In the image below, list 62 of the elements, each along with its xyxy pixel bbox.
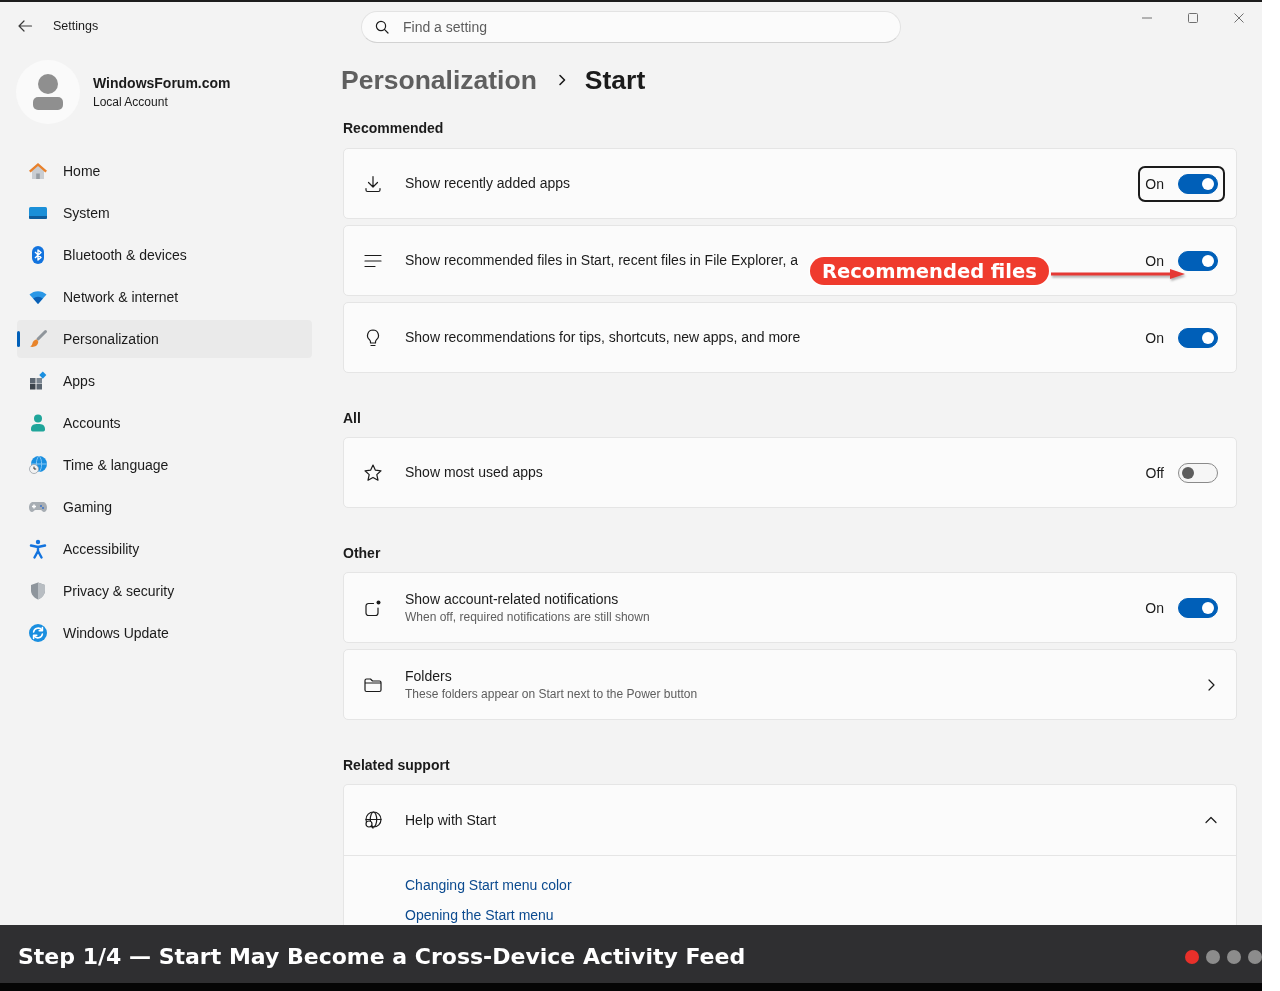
sidebar-item[interactable]: Gaming [17,488,312,526]
globe-clock-icon [28,455,48,475]
setting-label: Show recommendations for tips, shortcuts, new apps, and more [405,328,801,347]
star-icon [363,462,383,483]
sidebar-item[interactable]: Time & language [17,446,312,484]
sidebar-item[interactable]: Apps [17,362,312,400]
sidebar-item[interactable]: Accessibility [17,530,312,568]
expander-header[interactable]: Help with Start [344,785,1236,856]
toggle-switch[interactable] [1178,327,1218,348]
apps-grid-icon [28,371,48,391]
window-title: Settings [53,19,99,33]
sidebar-item[interactable]: Personalization [17,320,312,358]
toggle-switch[interactable] [1178,462,1218,483]
help-link[interactable]: Opening the Start menu [405,906,554,925]
sidebar-item[interactable]: Privacy & security [17,572,312,610]
person-icon [28,413,48,433]
toggle-switch[interactable] [1178,597,1218,618]
setting-label: Show account-related notifications [405,589,619,609]
toggle-state-label: Off [1145,465,1164,480]
setting-label: Folders [405,666,452,686]
sidebar-item[interactable]: Home [17,152,312,190]
account-type: Local Account [93,95,168,110]
section-heading: Other [343,544,381,563]
caption-text: Step 1/4 — Start May Become a Cross-Device Activity Feed [18,944,747,969]
download-icon [363,173,383,194]
setting-description: These folders appear on Start next to the Power button [405,685,698,703]
toggle-switch[interactable] [1178,250,1218,271]
back-arrow-icon [17,18,33,34]
sidebar-item[interactable]: System [17,194,312,232]
sidebar-item[interactable]: Bluetooth & devices [17,236,312,274]
sidebar-item[interactable]: Network & internet [17,278,312,316]
callout-label: Recommended files [810,257,1049,285]
section-heading: Related support [343,756,450,775]
section-heading: All [343,409,361,428]
breadcrumb-parent[interactable]: Personalization [341,64,537,96]
page-title: Start [584,64,646,96]
setting-label: Show recently added apps [405,174,570,193]
accessibility-icon [28,539,48,559]
sidebar-item[interactable]: Windows Update [17,614,312,652]
maximize-icon [1188,13,1198,23]
toggle-state-label: On [1145,330,1164,345]
avatar-icon [16,60,80,124]
house-icon [28,161,48,181]
toggle-state-label: On [1145,176,1164,191]
toggle-state-label: On [1145,253,1164,268]
account-name: WindowsForum.com [93,74,231,92]
setting-link-card[interactable]: Folders These folders appear on Start next to the Power button [343,649,1237,720]
toggle-state-label: On [1145,600,1164,615]
setting-label: Show most used apps [405,463,543,482]
globe-search-icon [363,810,383,830]
toggle-switch[interactable] [1178,173,1218,194]
help-link[interactable]: Changing Start menu color [405,876,572,895]
sidebar-item[interactable]: Accounts [17,404,312,442]
setting-label: Show recommended files in Start, recent files in File Explorer, a [405,251,798,270]
refresh-icon [28,623,48,643]
setting-description: When off, required notifications are still shown [405,608,650,626]
paintbrush-icon [28,329,48,349]
close-icon [1234,13,1244,23]
search-icon [375,20,389,34]
search-field[interactable]: Find a setting [361,11,901,43]
shield-icon [28,581,48,601]
section-heading: Recommended [343,119,444,138]
